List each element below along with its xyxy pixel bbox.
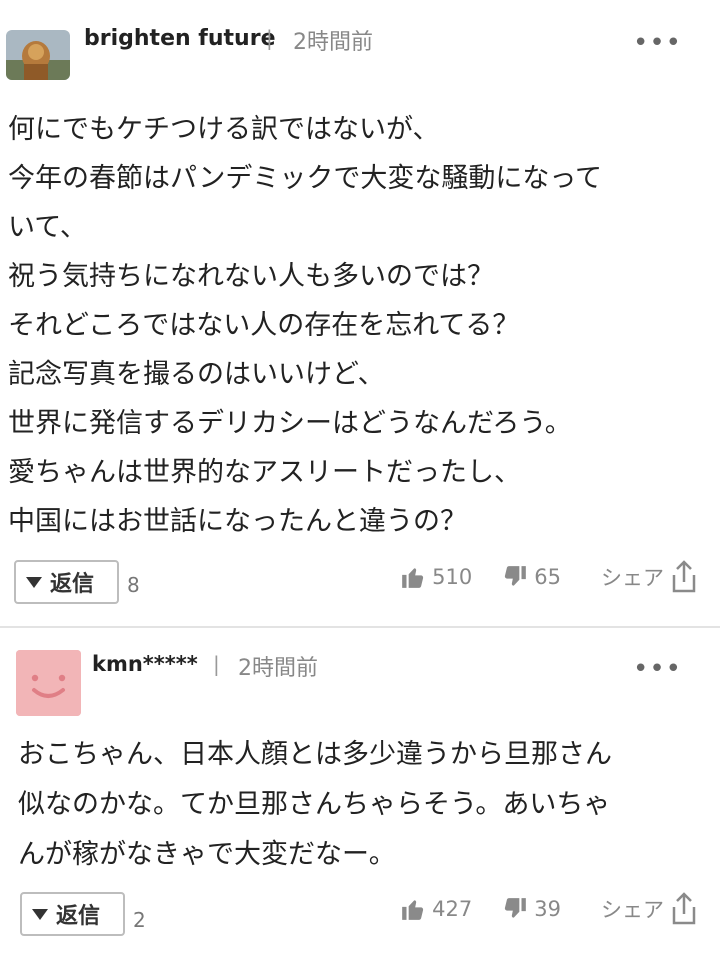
user-avatar[interactable] <box>16 650 81 716</box>
share-button[interactable]: シェア <box>601 560 698 594</box>
thumbs-up-icon <box>402 900 424 920</box>
share-button[interactable]: シェア <box>601 892 698 926</box>
more-icon[interactable]: ••• <box>633 30 682 56</box>
separator: | <box>213 652 220 676</box>
comment-body: 何にでもケチつける訳ではないが、 今年の春節はパンデミックで大変な騒動になって … <box>8 114 602 537</box>
reply-button[interactable]: 返信 <box>14 560 119 604</box>
like-count: 427 <box>432 897 473 921</box>
share-label: シェア <box>601 566 664 590</box>
more-icon[interactable]: ••• <box>633 656 682 682</box>
thumbs-down-icon <box>505 898 527 918</box>
reply-button[interactable]: 返信 <box>20 892 125 936</box>
timestamp: 2時間前 <box>293 30 373 55</box>
comment-item: kmn***** | 2時間前 ••• おこちゃん、日本人顔とは多少違うから旦那… <box>0 626 720 957</box>
thumbs-up-icon <box>402 568 424 588</box>
username[interactable]: brighten future <box>84 26 276 51</box>
like-button[interactable]: 510 <box>400 564 472 590</box>
photo-avatar-icon <box>6 30 70 80</box>
reply-label: 返信 <box>50 572 95 597</box>
timestamp: 2時間前 <box>238 656 318 681</box>
comment-body: おこちゃん、日本人顔とは多少違うから旦那さん 似なのかな。てか旦那さんちゃらそう… <box>18 739 612 870</box>
user-avatar[interactable] <box>6 30 70 80</box>
comment-item: brighten future | 2時間前 ••• 何にでもケチつける訳ではな… <box>0 0 720 626</box>
smiley-avatar-icon <box>16 650 81 716</box>
comment-actions: 427 39 シェア <box>400 892 698 926</box>
username[interactable]: kmn***** <box>92 652 198 676</box>
like-count: 510 <box>432 565 473 589</box>
dislike-button[interactable]: 39 <box>502 896 561 922</box>
separator: | <box>266 26 273 50</box>
dislike-count: 39 <box>534 897 561 921</box>
reply-count: 8 <box>127 573 140 597</box>
caret-down-icon <box>26 576 42 588</box>
share-icon <box>672 892 696 925</box>
caret-down-icon <box>32 908 48 920</box>
comment-actions: 510 65 シェア <box>400 560 698 594</box>
thumbs-down-icon <box>505 566 527 586</box>
reply-count: 2 <box>133 908 146 932</box>
dislike-button[interactable]: 65 <box>502 564 561 590</box>
like-button[interactable]: 427 <box>400 896 472 922</box>
share-label: シェア <box>601 898 664 922</box>
share-icon <box>672 560 696 593</box>
dislike-count: 65 <box>534 565 561 589</box>
reply-label: 返信 <box>56 904 101 929</box>
